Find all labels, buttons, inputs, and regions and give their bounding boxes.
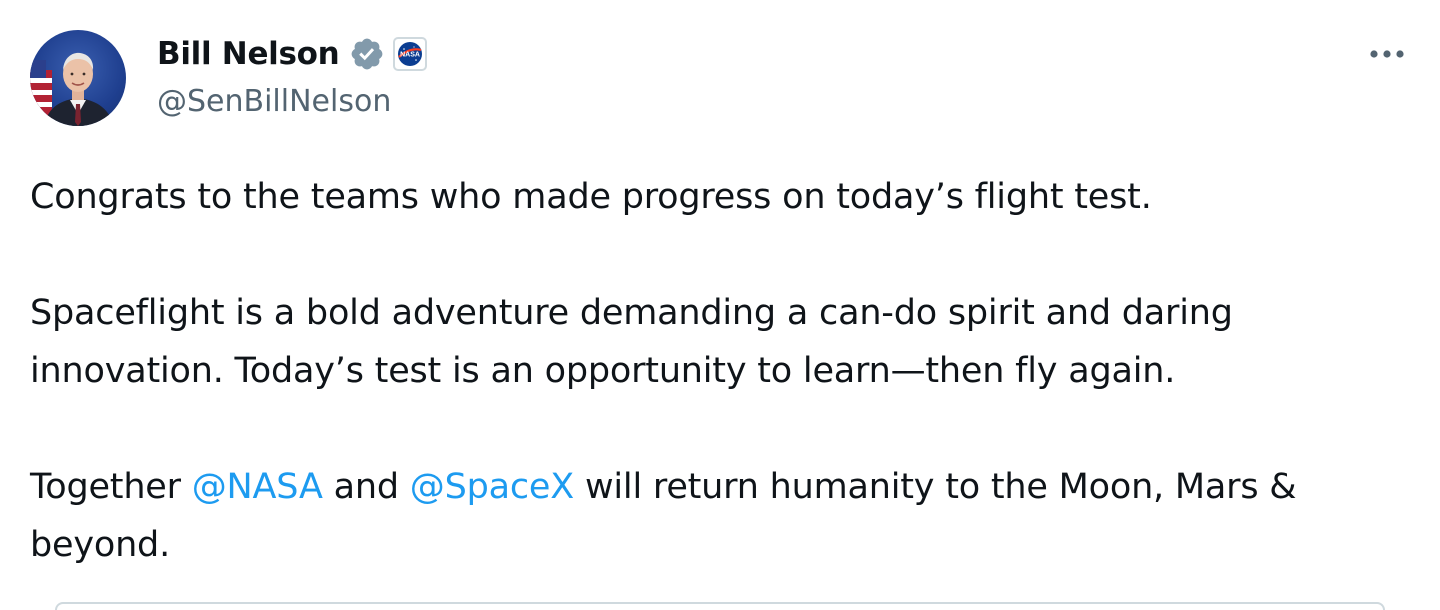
nasa-logo-icon[interactable]: NASA xyxy=(393,37,428,71)
media-card-edge[interactable] xyxy=(55,602,1385,610)
tweet-text: Congrats to the teams who made progress … xyxy=(30,168,1420,574)
author-name-row: Bill Nelson NASA xyxy=(157,34,428,74)
tweet-paragraph-3: Together @NASA and @SpaceX will return h… xyxy=(30,458,1420,516)
author-display-name[interactable]: Bill Nelson xyxy=(157,36,340,72)
avatar[interactable] xyxy=(30,30,126,126)
more-options-button[interactable] xyxy=(1362,34,1412,74)
mention-link-nasa[interactable]: @NASA xyxy=(192,467,323,507)
tweet-paragraph-2-line-2: innovation. Today’s test is an opportuni… xyxy=(30,351,1176,391)
tweet-text-segment: and xyxy=(322,467,410,507)
mention-link-spacex[interactable]: @SpaceX xyxy=(410,467,574,507)
tweet-paragraph-2-line-1: Spaceflight is a bold adventure demandin… xyxy=(30,293,1233,333)
verified-badge-icon[interactable] xyxy=(349,36,385,72)
nasa-logo-text: NASA xyxy=(401,52,421,59)
more-options-icon xyxy=(1370,50,1404,58)
tweet-text-segment: Together xyxy=(30,467,192,507)
avatar-photo xyxy=(30,52,114,126)
tweet-card: Bill Nelson NASA @SenBillNelson Congrats… xyxy=(0,0,1440,610)
tweet-author: Bill Nelson NASA @SenBillNelson xyxy=(157,34,428,119)
tweet-paragraph-1: Congrats to the teams who made progress … xyxy=(30,177,1152,217)
tweet-paragraph-3-line-2: beyond. xyxy=(30,525,171,565)
author-handle[interactable]: @SenBillNelson xyxy=(157,84,427,119)
tweet-text-segment: will return humanity to the Moon, Mars & xyxy=(574,467,1297,507)
